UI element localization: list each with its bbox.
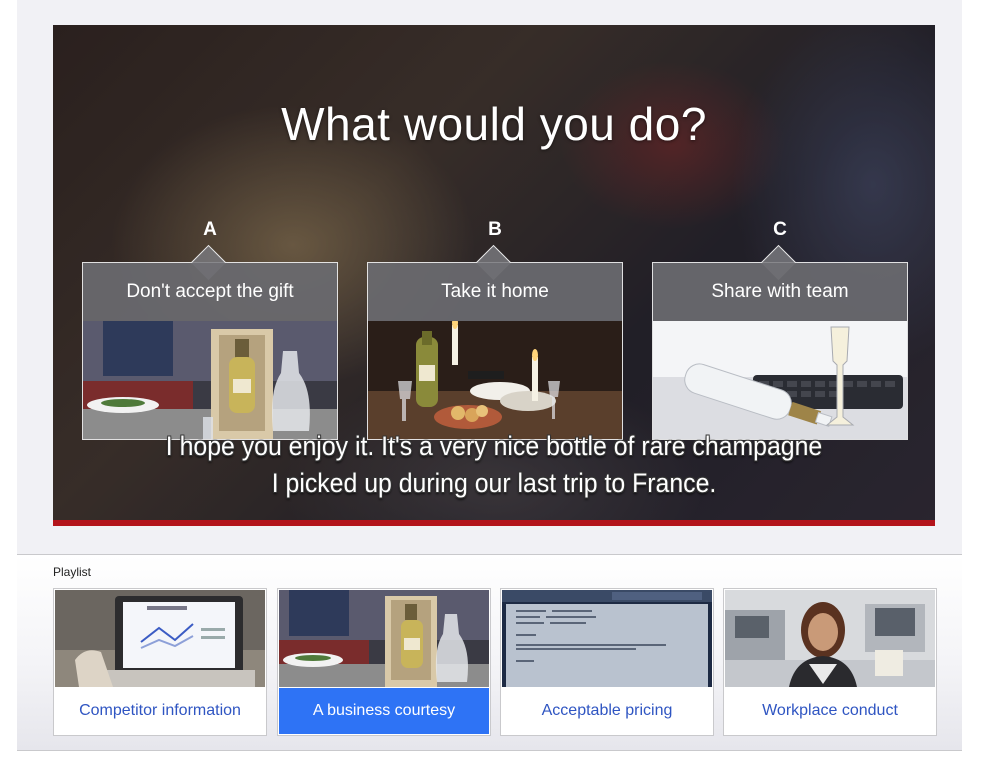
playlist-item-label: Workplace conduct: [762, 702, 898, 719]
playlist-thumbnail: [55, 590, 265, 687]
playlist-thumbnail: [725, 590, 935, 687]
playlist-item-competitor-information[interactable]: Competitor information: [53, 588, 267, 736]
choice-a-thumbnail: [83, 321, 337, 439]
choice-a-label: Don't accept the gift: [83, 263, 337, 321]
choice-b-letter: B: [488, 219, 502, 240]
choice-c-label: Share with team: [653, 263, 907, 321]
choice-a[interactable]: A Don't accept the gift: [82, 219, 338, 440]
choice-a-letter: A: [203, 219, 217, 240]
video-player[interactable]: What would you do? A Don't accept the gi…: [53, 25, 935, 526]
video-progress-bar[interactable]: [53, 520, 935, 526]
choice-c-letter: C: [773, 219, 787, 240]
playlist-item-a-business-courtesy[interactable]: A business courtesy: [277, 588, 491, 736]
playlist-item-label: Acceptable pricing: [541, 702, 673, 719]
playlist-thumbnail: [502, 590, 712, 687]
playlist-item-acceptable-pricing[interactable]: Acceptable pricing: [500, 588, 714, 736]
playlist-item-label: A business courtesy: [279, 688, 489, 734]
choice-b-thumbnail: [368, 321, 622, 439]
subtitle-line-2: I picked up during our last trip to Fran…: [271, 468, 717, 498]
choice-c[interactable]: C Share with team: [652, 219, 908, 440]
playlist: Playlist Competitor information A busine…: [17, 554, 962, 751]
video-progress-fill: [53, 520, 935, 526]
question-heading: What would you do?: [281, 98, 707, 150]
playlist-thumbnail: [279, 590, 489, 687]
choice-b-label: Take it home: [368, 263, 622, 321]
playlist-item-label: Competitor information: [79, 702, 241, 719]
playlist-item-workplace-conduct[interactable]: Workplace conduct: [723, 588, 937, 736]
choice-c-thumbnail: [653, 321, 907, 439]
subtitle-line-1: I hope you enjoy it. It's a very nice bo…: [165, 431, 823, 461]
choice-b[interactable]: B Take it home: [367, 219, 623, 440]
playlist-title: Playlist: [53, 565, 92, 579]
